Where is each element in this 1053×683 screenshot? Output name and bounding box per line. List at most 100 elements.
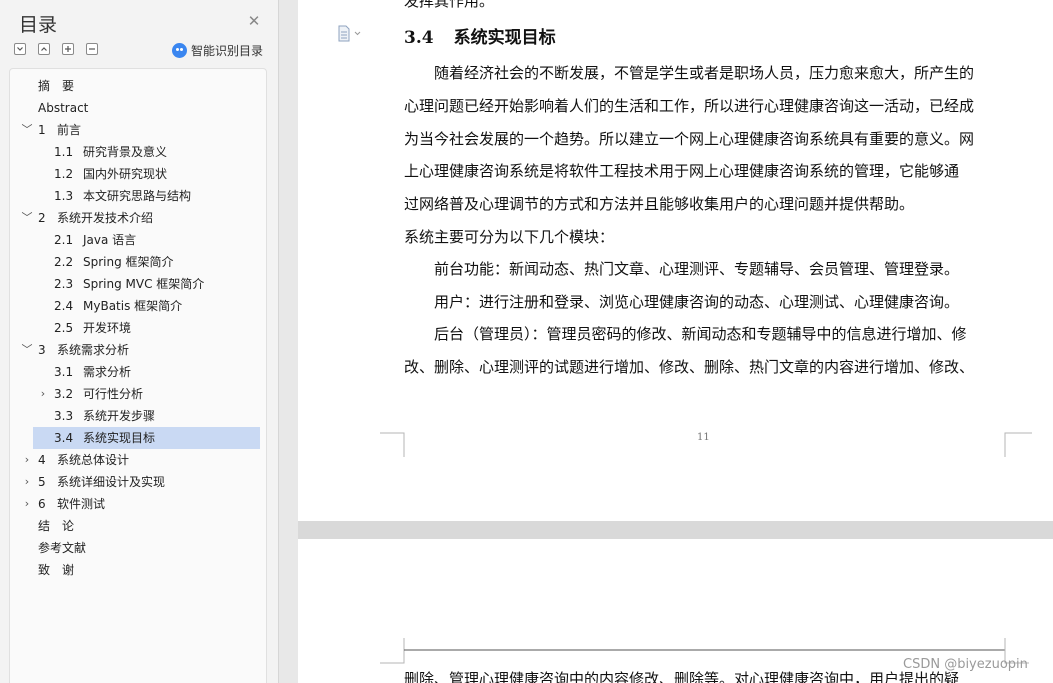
toc-item-label: 可行性分析 xyxy=(83,387,144,401)
smart-toc-button[interactable]: 智能识别目录 xyxy=(172,41,263,59)
toc-item-label: 研究背景及意义 xyxy=(83,145,168,159)
toc-item-label: Abstract xyxy=(38,101,89,115)
page2-text-line[interactable]: 删除、管理心理健康咨询中的内容修改、删除等。对心理健康咨询中，用户提出的疑 xyxy=(404,668,959,683)
chevron-right-icon[interactable]: › xyxy=(36,383,50,405)
toc-item-label: 软件测试 xyxy=(57,497,106,511)
toc-item[interactable]: 2.5 开发环境 xyxy=(10,317,266,339)
smart-toc-label: 智能识别目录 xyxy=(191,43,264,58)
paragraph-line: 心理问题已经开始影响着人们的生活和工作，所以进行心理健康咨询这一活动，已经成 xyxy=(404,97,975,115)
toc-item-number: 2.2 xyxy=(54,255,74,269)
toc-item[interactable]: › 3.2 可行性分析 xyxy=(10,383,266,405)
toc-item[interactable]: 2.4 MyBatis 框架简介 xyxy=(10,295,266,317)
crop-mark-bottom-left xyxy=(380,432,405,457)
section-heading[interactable]: 3.4 系统实现目标 xyxy=(404,23,556,48)
toc-item-number: 3.4 xyxy=(54,431,74,445)
toc-item-label: 系统需求分析 xyxy=(57,343,130,357)
close-icon[interactable]: ✕ xyxy=(245,12,263,30)
toc-item-number: 2 xyxy=(38,211,46,225)
toc-item[interactable]: 3.1 需求分析 xyxy=(10,361,266,383)
toc-item-number: 1.2 xyxy=(54,167,74,181)
document-style-icon[interactable] xyxy=(337,25,363,43)
toc-item[interactable]: › 5 系统详细设计及实现 xyxy=(10,471,266,493)
toc-item[interactable]: ﹀ 2 系统开发技术介绍 xyxy=(10,207,266,229)
paragraph-line: 系统主要可分为以下几个模块： xyxy=(404,228,615,246)
navigation-pane: 目录 ✕ 智能识别目录 摘 要 Abstract ﹀ 1 前言 1.1 研究背景及意义 1.2… xyxy=(0,0,279,683)
toc-item[interactable]: Abstract xyxy=(10,97,266,119)
toc-item[interactable]: 3.3 系统开发步骤 xyxy=(10,405,266,427)
toc-item-number: 6 xyxy=(38,497,46,511)
chevron-down-icon[interactable]: ﹀ xyxy=(20,207,34,229)
ai-assistant-icon xyxy=(172,42,187,58)
watermark-text: CSDN @biyezuopin xyxy=(903,657,1028,672)
chevron-right-icon[interactable]: › xyxy=(20,493,34,515)
toc-item-label: 系统开发步骤 xyxy=(83,409,156,423)
toc-item-label: 系统实现目标 xyxy=(83,431,156,445)
toc-item-number: 5 xyxy=(38,475,46,489)
toc-item[interactable]: 1.3 本文研究思路与结构 xyxy=(10,185,266,207)
paragraph-line: 用户：进行注册和登录、浏览心理健康咨询的动态、心理测试、心理健康咨询。 xyxy=(404,293,960,311)
toc-item[interactable]: 结 论 xyxy=(10,515,266,537)
toc-item-number: 4 xyxy=(38,453,46,467)
toc-item-number: 1.3 xyxy=(54,189,74,203)
paragraph-line: 上心理健康咨询系统是将软件工程技术用于网上心理健康咨询系统的管理，它能够通 xyxy=(404,162,960,180)
toc-item-number: 1.1 xyxy=(54,145,74,159)
toc-item-number: 3.3 xyxy=(54,409,74,423)
chevron-right-icon[interactable]: › xyxy=(20,471,34,493)
toc-item[interactable]: 1.2 国内外研究现状 xyxy=(10,163,266,185)
toc-item[interactable]: ﹀ 3 系统需求分析 xyxy=(10,339,266,361)
section-heading-number: 3.4 xyxy=(404,28,434,48)
toc-item-number: 2.3 xyxy=(54,277,74,291)
toc-item[interactable]: 参考文献 xyxy=(10,537,266,559)
toc-tree: 摘 要 Abstract ﹀ 1 前言 1.1 研究背景及意义 1.2 国内外研究现状 1.3 本文… xyxy=(9,68,267,683)
paragraph-line: 改、删除、心理测评的试题进行增加、修改、删除、热门文章的内容进行增加、修改、 xyxy=(404,358,975,376)
paragraph-line: 为当今社会发展的一个趋势。所以建立一个网上心理健康咨询系统具有重要的意义。网 xyxy=(404,130,975,148)
toc-item-label: Spring 框架简介 xyxy=(83,255,174,269)
toc-item-number: 3 xyxy=(38,343,46,357)
chevron-down-icon[interactable]: ﹀ xyxy=(20,339,34,361)
toc-item-number: 3.1 xyxy=(54,365,74,379)
toc-item-label: 系统开发技术介绍 xyxy=(57,211,154,225)
page-margin-band xyxy=(279,0,298,683)
page-number: 11 xyxy=(697,432,710,443)
toc-item-number: 2.1 xyxy=(54,233,74,247)
toc-item-label: MyBatis 框架简介 xyxy=(83,299,183,313)
toc-item[interactable]: › 6 软件测试 xyxy=(10,493,266,515)
toc-item-number: 2.5 xyxy=(54,321,74,335)
toc-item-label: Java 语言 xyxy=(83,233,137,247)
toc-item-label: 致 谢 xyxy=(38,563,75,577)
toc-item-label: 本文研究思路与结构 xyxy=(83,189,192,203)
paragraph-line: 随着经济社会的不断发展，不管是学生或者是职场人员，压力愈来愈大，所产生的 xyxy=(404,64,975,82)
toc-item-label: 前言 xyxy=(57,123,82,137)
section-heading-text: 系统实现目标 xyxy=(453,28,556,48)
toc-item[interactable]: 致 谢 xyxy=(10,559,266,581)
remove-heading-icon[interactable] xyxy=(86,43,98,55)
toc-item[interactable]: 3.4 系统实现目标 xyxy=(10,427,266,449)
toc-item-label: 系统总体设计 xyxy=(57,453,130,467)
crop-mark-bottom-right xyxy=(1004,432,1032,457)
nav-pane-title: 目录 xyxy=(19,14,58,36)
previous-text-fragment: 发挥其作用。 xyxy=(404,0,495,10)
paragraph-line: 过网络普及心理调节的方式和方法并且能够收集用户的心理问题并提供帮助。 xyxy=(404,195,915,213)
toc-item-label: 开发环境 xyxy=(83,321,132,335)
toc-item[interactable]: 摘 要 xyxy=(10,75,266,97)
collapse-all-icon[interactable] xyxy=(38,43,50,55)
chevron-down-icon[interactable]: ﹀ xyxy=(20,119,34,141)
chevron-right-icon[interactable]: › xyxy=(20,449,34,471)
toc-item[interactable]: 1.1 研究背景及意义 xyxy=(10,141,266,163)
toc-item-label: 结 论 xyxy=(38,519,75,533)
toc-item[interactable]: ﹀ 1 前言 xyxy=(10,119,266,141)
toc-item[interactable]: › 4 系统总体设计 xyxy=(10,449,266,471)
paragraph-line: 前台功能：新闻动态、热门文章、心理测评、专题辅导、会员管理、管理登录。 xyxy=(404,260,960,278)
toc-item-number: 2.4 xyxy=(54,299,74,313)
toc-item[interactable]: 2.1 Java 语言 xyxy=(10,229,266,251)
toc-item-label: 摘 要 xyxy=(38,79,75,93)
toc-item-label: 需求分析 xyxy=(83,365,132,379)
paragraph-line: 后台（管理员）：管理员密码的修改、新闻动态和专题辅导中的信息进行增加、修 xyxy=(404,325,967,343)
toc-item-number: 3.2 xyxy=(54,387,74,401)
add-heading-icon[interactable] xyxy=(62,43,74,55)
expand-all-icon[interactable] xyxy=(14,43,26,55)
toc-item-label: 系统详细设计及实现 xyxy=(57,475,166,489)
toc-item[interactable]: 2.2 Spring 框架简介 xyxy=(10,251,266,273)
toc-item-label: 参考文献 xyxy=(38,541,87,555)
toc-item[interactable]: 2.3 Spring MVC 框架简介 xyxy=(10,273,266,295)
